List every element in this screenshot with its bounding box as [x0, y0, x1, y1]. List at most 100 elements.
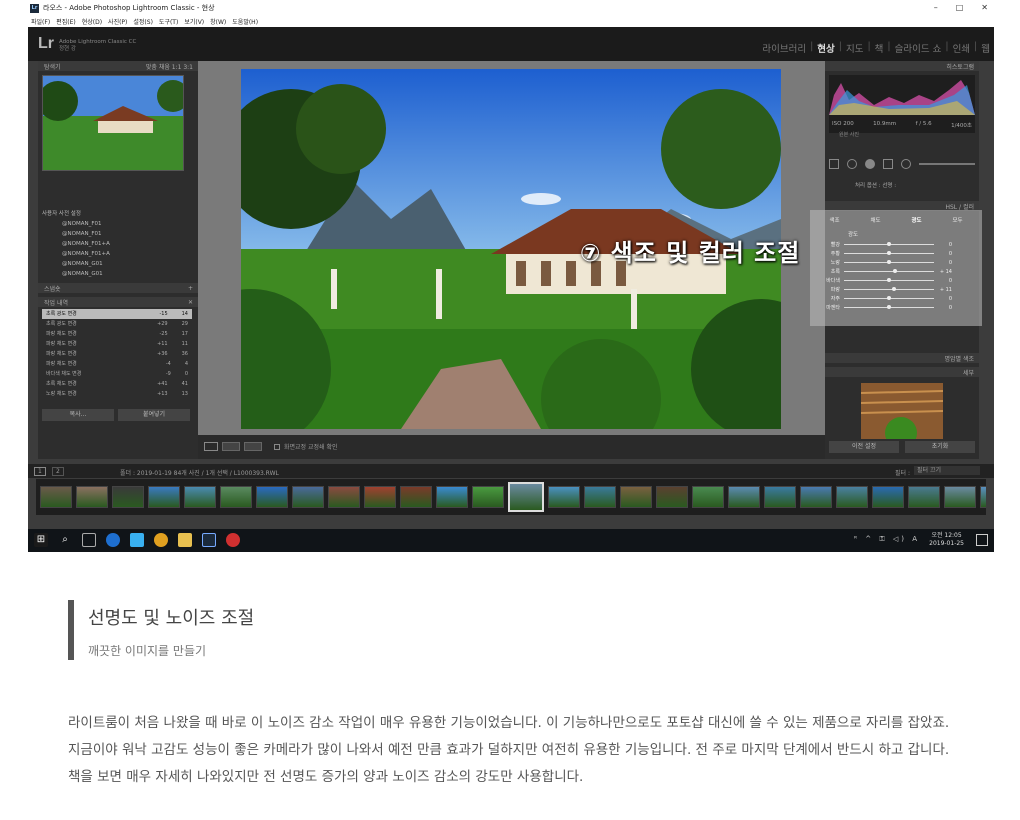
task-view-icon[interactable]	[82, 533, 96, 547]
clear-history-icon[interactable]: ✕	[188, 299, 193, 306]
maximize-button[interactable]: □	[956, 0, 964, 16]
loupe-view-icon[interactable]	[204, 442, 218, 451]
menu-file[interactable]: 파일(F)	[31, 17, 50, 26]
preset-item[interactable]: @NOMAN_F01+A	[42, 239, 194, 249]
history-item[interactable]: 초록 광도 변경 +29 29	[42, 319, 192, 329]
brush-slider[interactable]	[919, 163, 975, 165]
hsl-slider-knob[interactable]	[887, 260, 891, 264]
filmstrip-thumbnail[interactable]	[980, 486, 986, 508]
filmstrip-thumbnail[interactable]	[728, 486, 760, 508]
preset-item[interactable]: @NOMAN_F01	[42, 229, 194, 239]
hsl-slider-knob[interactable]	[892, 287, 897, 291]
search-icon[interactable]: ⌕	[58, 533, 72, 547]
filmstrip-thumbnail[interactable]	[620, 486, 652, 508]
filmstrip-thumbnail[interactable]	[40, 486, 72, 508]
histogram-header[interactable]: 히스토그램	[825, 61, 979, 71]
module-library[interactable]: 라이브러리	[762, 41, 806, 55]
menu-settings[interactable]: 설정(S)	[133, 17, 153, 26]
filmstrip-thumbnail[interactable]	[692, 486, 724, 508]
menu-edit[interactable]: 편집(E)	[56, 17, 76, 26]
close-button[interactable]: ✕	[981, 0, 988, 16]
hsl-slider-track[interactable]	[844, 269, 934, 273]
add-snapshot-icon[interactable]: +	[188, 285, 193, 292]
copy-settings-button[interactable]: 복사...	[42, 409, 114, 421]
hsl-slider-knob[interactable]	[893, 269, 898, 273]
softproof-checkbox[interactable]	[274, 443, 280, 450]
radial-filter-icon[interactable]	[901, 159, 911, 169]
hsl-tab-hue[interactable]: 색조	[829, 216, 839, 224]
filmstrip-thumbnail[interactable]	[112, 486, 144, 508]
module-book[interactable]: 책	[875, 41, 884, 55]
history-item[interactable]: 파랑 채도 변경 +11 11	[42, 339, 192, 349]
filmstrip-thumbnail[interactable]	[764, 486, 796, 508]
hsl-slider-knob[interactable]	[887, 242, 891, 246]
filmstrip-thumbnail[interactable]	[76, 486, 108, 508]
hsl-tab-saturation[interactable]: 채도	[870, 216, 880, 224]
filmstrip-thumbnail[interactable]	[656, 486, 688, 508]
hsl-slider-knob[interactable]	[887, 296, 891, 300]
detail-header[interactable]: 세부	[825, 367, 979, 377]
module-develop[interactable]: 현상	[817, 41, 834, 55]
spot-removal-icon[interactable]	[847, 159, 857, 169]
before-after-icon[interactable]	[244, 442, 262, 451]
graduated-filter-icon[interactable]	[883, 159, 893, 169]
file-explorer-icon[interactable]	[178, 533, 192, 547]
filmstrip-thumbnail[interactable]	[364, 486, 396, 508]
filmstrip-thumbnail[interactable]	[800, 486, 832, 508]
filmstrip-thumbnail[interactable]	[944, 486, 976, 508]
menu-develop[interactable]: 현상(D)	[82, 17, 102, 26]
history-item[interactable]: 초록 광도 변경 -15 14	[42, 309, 192, 319]
chrome-icon[interactable]	[154, 533, 168, 547]
filmstrip-thumbnail[interactable]	[148, 486, 180, 508]
previous-settings-button[interactable]: 이전 설정	[829, 441, 899, 453]
split-toning-header[interactable]: 명암별 색조	[825, 353, 979, 363]
system-tray[interactable]: ᴿ ^ ⚿ ◁) A	[854, 535, 920, 544]
filmstrip-thumbnail[interactable]	[836, 486, 868, 508]
module-web[interactable]: 웹	[981, 41, 990, 55]
compare-view-icon[interactable]	[222, 442, 240, 451]
hsl-tab-luminance[interactable]: 광도	[911, 216, 921, 224]
filmstrip-thumbnail[interactable]	[220, 486, 252, 508]
hsl-slider-track[interactable]	[844, 251, 934, 255]
navigator-zoom-options[interactable]: 맞춤 채움 1:1 3:1	[146, 62, 193, 71]
filmstrip-info[interactable]: 폴더 : 2019-01-19 84개 사진 / 1개 선택 / L100039…	[120, 468, 279, 477]
snapshots-header[interactable]: 스냅숏 +	[38, 283, 198, 293]
minimize-button[interactable]: –	[934, 0, 938, 16]
hsl-slider-track[interactable]	[844, 260, 934, 264]
crop-tool-icon[interactable]	[829, 159, 839, 169]
filter-select[interactable]: 필터 끄기	[914, 466, 980, 475]
hsl-slider-knob[interactable]	[887, 305, 891, 309]
history-header[interactable]: 작업 내역 ✕	[38, 297, 198, 307]
profile-value[interactable]: 선명 :	[882, 183, 896, 189]
page-1-tab[interactable]: 1	[34, 467, 46, 476]
filmstrip-thumbnail[interactable]	[328, 486, 360, 508]
filmstrip-thumbnail[interactable]	[256, 486, 288, 508]
hsl-slider-track[interactable]	[844, 278, 934, 282]
history-item[interactable]: 파랑 채도 변경 -4 4	[42, 359, 192, 369]
hsl-slider-knob[interactable]	[887, 278, 891, 282]
menu-view[interactable]: 보기(V)	[184, 17, 204, 26]
module-map[interactable]: 지도	[846, 41, 863, 55]
filmstrip-thumbnail[interactable]	[508, 482, 544, 512]
menu-tools[interactable]: 도구(T)	[159, 17, 178, 26]
start-icon[interactable]: ⊞	[34, 533, 48, 547]
history-item[interactable]: 노랑 채도 변경 +13 13	[42, 389, 192, 399]
filmstrip-thumbnail[interactable]	[548, 486, 580, 508]
history-item[interactable]: 초록 채도 변경 +41 41	[42, 379, 192, 389]
twitter-icon[interactable]	[130, 533, 144, 547]
hsl-slider-track[interactable]	[844, 287, 934, 291]
page-2-tab[interactable]: 2	[52, 467, 64, 476]
preset-item[interactable]: @NOMAN_G01	[42, 269, 194, 279]
taskbar-clock[interactable]: 오전 12:05 2019-01-25	[929, 532, 964, 548]
filmstrip-thumbnail[interactable]	[400, 486, 432, 508]
other-app-icon[interactable]	[226, 533, 240, 547]
module-slideshow[interactable]: 슬라이드 쇼	[895, 41, 942, 55]
hsl-slider-track[interactable]	[844, 305, 934, 309]
navigator-preview[interactable]	[42, 75, 184, 171]
history-item[interactable]: 파랑 채도 변경 -25 17	[42, 329, 192, 339]
hsl-slider-track[interactable]	[844, 242, 934, 246]
reset-button[interactable]: 초기화	[905, 441, 975, 453]
filmstrip-thumbnail[interactable]	[184, 486, 216, 508]
hsl-tab-all[interactable]: 모두	[952, 216, 962, 224]
preset-item[interactable]: @NOMAN_F01+A	[42, 249, 194, 259]
